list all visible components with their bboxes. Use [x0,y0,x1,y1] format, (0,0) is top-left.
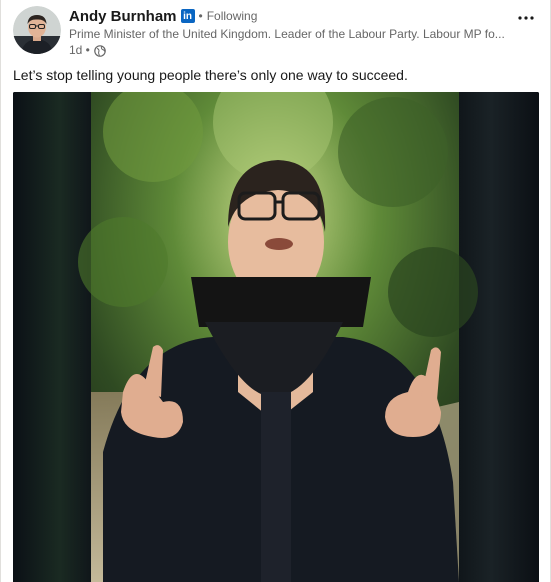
author-avatar[interactable] [13,6,61,54]
following-status[interactable]: Following [207,9,258,23]
author-name-row: Andy Burnham in • Following [69,6,498,26]
more-options-button[interactable] [514,8,538,28]
author-headline: Prime Minister of the United Kingdom. Le… [69,27,505,41]
post-text: Let’s stop telling young people there’s … [13,67,408,83]
post-timestamp-row: 1d • [69,43,498,58]
globe-icon [94,44,106,57]
video-frame-image [13,92,539,582]
post-video[interactable] [13,92,539,582]
linkedin-badge-icon: in [180,9,195,23]
more-horizontal-icon [518,16,534,20]
separator-dot: • [198,9,203,23]
post-header: Andy Burnham in • Following Prime Minist… [13,6,538,58]
post-time: 1d • [69,43,90,57]
author-meta: Andy Burnham in • Following Prime Minist… [69,6,505,58]
author-name[interactable]: Andy Burnham [69,8,177,25]
feed-post-card: Andy Burnham in • Following Prime Minist… [0,0,551,582]
